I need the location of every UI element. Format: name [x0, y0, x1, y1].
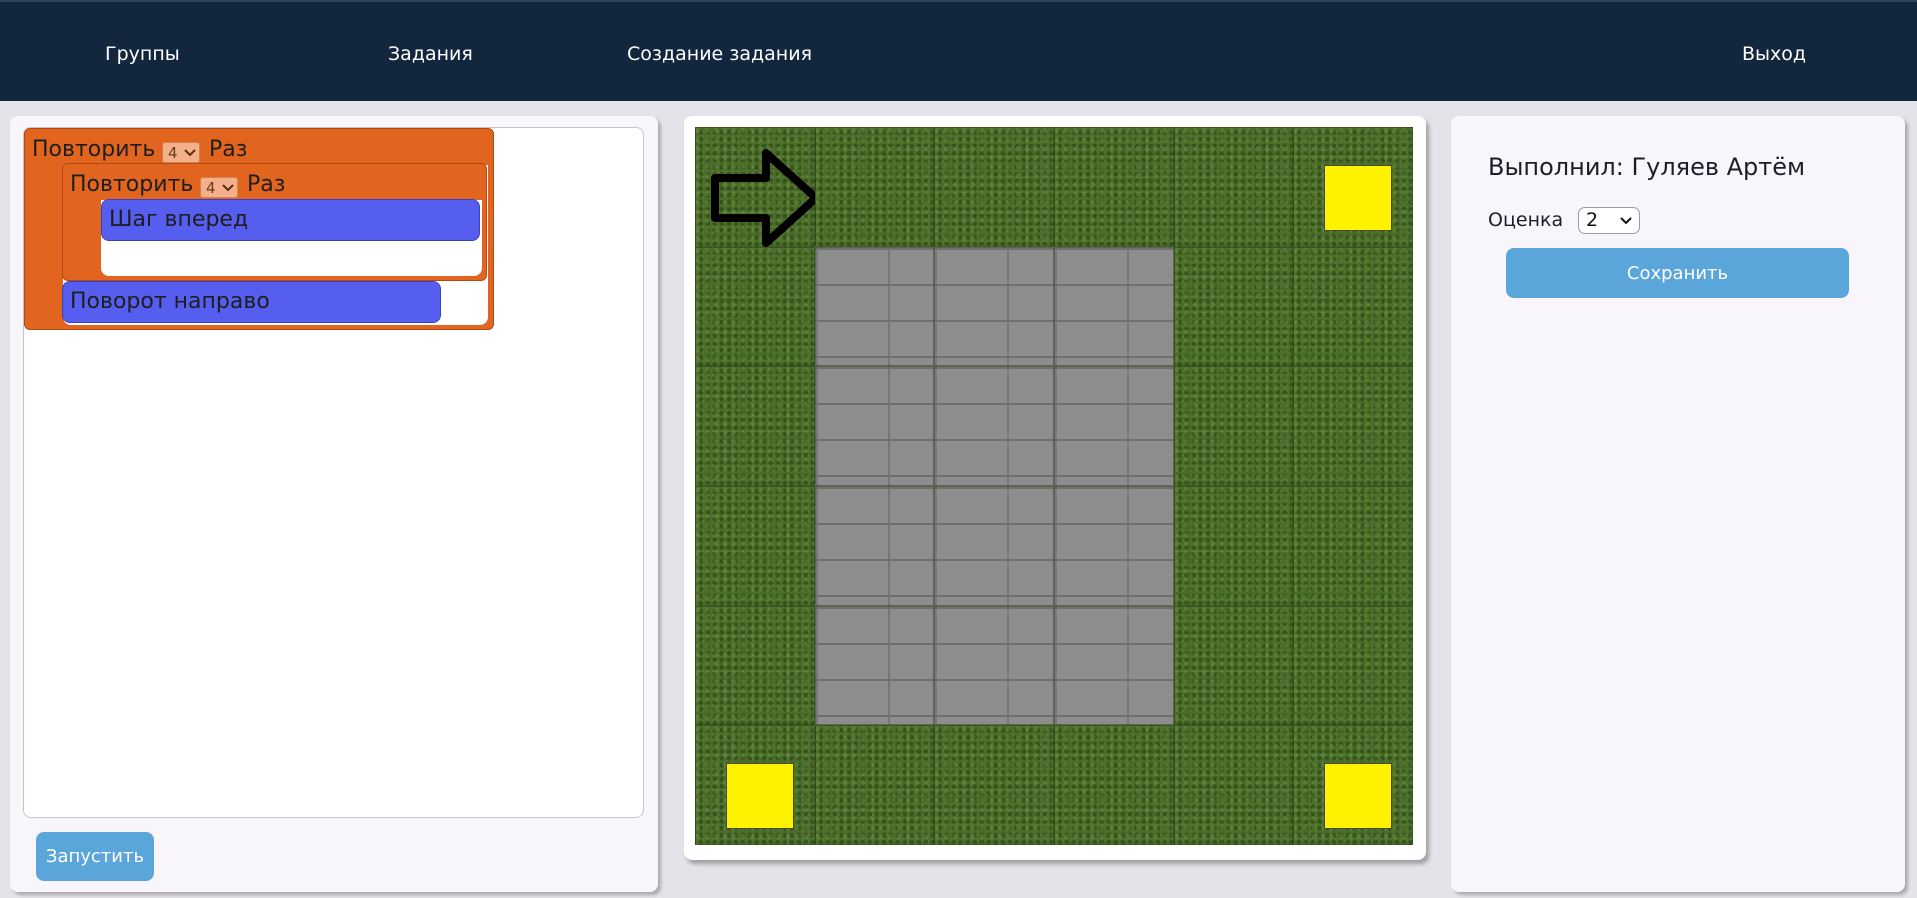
- turn-right-label: Поворот направо: [70, 289, 270, 314]
- grass-cell: [695, 605, 815, 726]
- repeat-label: Повторить: [70, 172, 194, 197]
- outer-repeat-count-select[interactable]: 4: [162, 142, 200, 163]
- pavement-cell: [814, 366, 935, 486]
- pavement-cell: [1053, 605, 1174, 726]
- nav-groups-link[interactable]: Группы: [105, 43, 180, 65]
- step-forward-block[interactable]: Шаг вперед: [101, 199, 480, 241]
- grass-cell: [695, 485, 815, 606]
- grass-cell: [695, 246, 815, 367]
- chevron-down-icon: [1620, 217, 1632, 225]
- grass-cell: [1293, 605, 1413, 726]
- right-arrow-icon: [711, 149, 820, 247]
- grass-cell: [1173, 725, 1294, 845]
- inner-repeat-count-value: 4: [206, 179, 216, 197]
- grass-cell: [934, 127, 1054, 247]
- performed-by-text: Выполнил: Гуляев Артём: [1488, 153, 1806, 181]
- pavement-cell: [814, 485, 935, 606]
- pavement-cell: [934, 485, 1054, 606]
- pavement-cell: [934, 605, 1054, 726]
- grass-cell: [695, 127, 820, 247]
- pavement-cell: [1053, 246, 1174, 367]
- game-board: [695, 127, 1413, 845]
- grass-cell: [1293, 246, 1413, 367]
- repeat-suffix: Раз: [247, 172, 286, 197]
- chevron-down-icon: [184, 149, 196, 157]
- grade-label: Оценка: [1488, 209, 1564, 231]
- nav-create-task-link[interactable]: Создание задания: [627, 43, 812, 65]
- grass-cell: [1173, 485, 1294, 606]
- grass-cell: [1173, 366, 1294, 486]
- grass-cell: [1173, 246, 1294, 367]
- pavement-cell: [934, 366, 1054, 486]
- target-square: [1324, 763, 1393, 830]
- grass-cell: [695, 725, 815, 845]
- grass-cell: [814, 127, 935, 247]
- target-square: [726, 763, 794, 830]
- nav-tasks-link[interactable]: Задания: [388, 43, 473, 65]
- grass-cell: [1053, 127, 1174, 247]
- pavement-cell: [1053, 366, 1174, 486]
- pavement-cell: [814, 246, 935, 367]
- target-square: [1324, 165, 1393, 231]
- grass-cell: [1173, 127, 1294, 247]
- grass-cell: [1293, 366, 1413, 486]
- step-forward-label: Шаг вперед: [109, 207, 249, 232]
- save-button[interactable]: Сохранить: [1506, 248, 1849, 298]
- grass-cell: [695, 366, 815, 486]
- grade-select[interactable]: 2: [1578, 207, 1640, 234]
- top-navbar: Группы Задания Создание задания Выход: [0, 0, 1917, 101]
- run-button[interactable]: Запустить: [36, 832, 154, 881]
- review-panel: [1451, 116, 1905, 892]
- grass-cell: [1293, 725, 1413, 845]
- grass-cell: [1053, 725, 1174, 845]
- turn-right-block[interactable]: Поворот направо: [62, 281, 441, 323]
- outer-repeat-count-value: 4: [168, 144, 178, 162]
- grass-cell: [1173, 605, 1294, 726]
- pavement-cell: [1053, 485, 1174, 606]
- nav-logout-link[interactable]: Выход: [1742, 43, 1806, 65]
- grade-value: 2: [1586, 209, 1599, 231]
- inner-repeat-count-select[interactable]: 4: [200, 177, 238, 198]
- pavement-cell: [934, 246, 1054, 367]
- grass-cell: [814, 725, 935, 845]
- chevron-down-icon: [222, 184, 234, 192]
- repeat-suffix: Раз: [209, 137, 248, 162]
- pavement-cell: [814, 605, 935, 726]
- repeat-label: Повторить: [32, 137, 156, 162]
- grass-cell: [934, 725, 1054, 845]
- grass-cell: [1293, 485, 1413, 606]
- grass-cell: [1293, 127, 1413, 247]
